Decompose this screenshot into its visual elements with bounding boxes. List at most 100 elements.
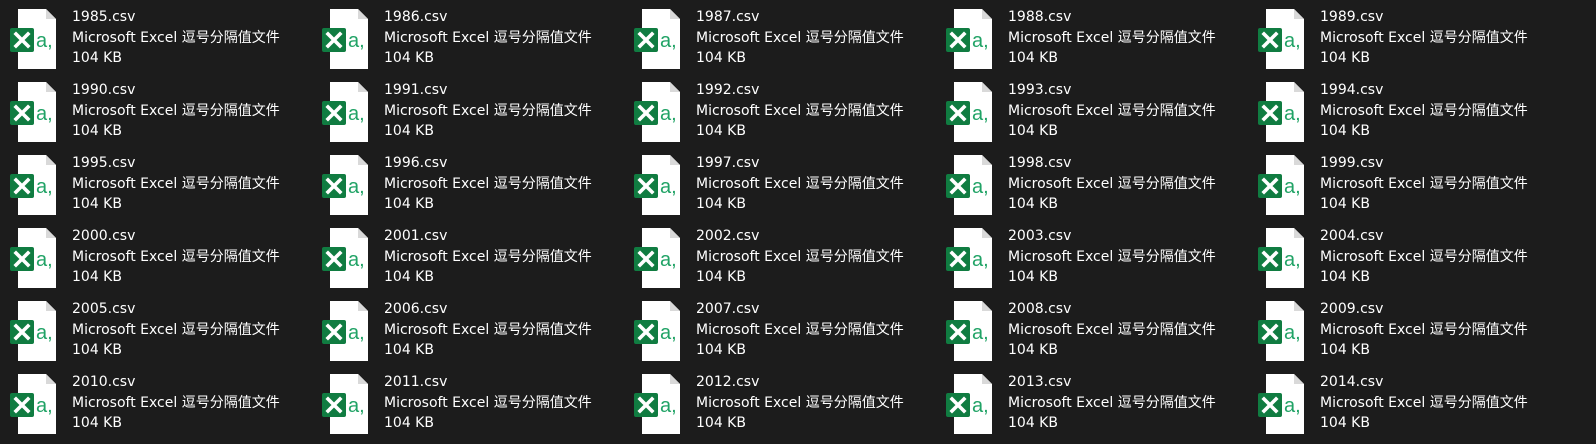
file-item[interactable]: a, 2003.csv Microsoft Excel 逗号分隔值文件 104 … [944, 225, 1256, 298]
file-item[interactable]: a, 1989.csv Microsoft Excel 逗号分隔值文件 104 … [1256, 6, 1568, 79]
file-name[interactable]: 2004.csv [1320, 226, 1528, 247]
file-item[interactable]: a, 1993.csv Microsoft Excel 逗号分隔值文件 104 … [944, 79, 1256, 152]
file-meta[interactable]: 1986.csv Microsoft Excel 逗号分隔值文件 104 KB [384, 6, 592, 69]
excel-csv-icon[interactable]: a, [320, 226, 370, 290]
file-meta[interactable]: 1999.csv Microsoft Excel 逗号分隔值文件 104 KB [1320, 152, 1528, 215]
file-item[interactable]: a, 1995.csv Microsoft Excel 逗号分隔值文件 104 … [8, 152, 320, 225]
file-item[interactable]: a, 2010.csv Microsoft Excel 逗号分隔值文件 104 … [8, 371, 320, 444]
file-name[interactable]: 2009.csv [1320, 299, 1528, 320]
file-meta[interactable]: 1985.csv Microsoft Excel 逗号分隔值文件 104 KB [72, 6, 280, 69]
file-meta[interactable]: 2006.csv Microsoft Excel 逗号分隔值文件 104 KB [384, 298, 592, 361]
file-name[interactable]: 1991.csv [384, 80, 592, 101]
file-name[interactable]: 2010.csv [72, 372, 280, 393]
file-item[interactable]: a, 1985.csv Microsoft Excel 逗号分隔值文件 104 … [8, 6, 320, 79]
file-name[interactable]: 2012.csv [696, 372, 904, 393]
excel-csv-icon[interactable]: a, [632, 226, 682, 290]
file-item[interactable]: a, 2012.csv Microsoft Excel 逗号分隔值文件 104 … [632, 371, 944, 444]
excel-csv-icon[interactable]: a, [944, 299, 994, 363]
file-name[interactable]: 1985.csv [72, 7, 280, 28]
file-name[interactable]: 1987.csv [696, 7, 904, 28]
excel-csv-icon[interactable]: a, [320, 7, 370, 71]
file-name[interactable]: 1992.csv [696, 80, 904, 101]
file-name[interactable]: 2011.csv [384, 372, 592, 393]
file-name[interactable]: 2014.csv [1320, 372, 1528, 393]
excel-csv-icon[interactable]: a, [320, 299, 370, 363]
excel-csv-icon[interactable]: a, [8, 372, 58, 436]
file-name[interactable]: 1997.csv [696, 153, 904, 174]
file-item[interactable]: a, 1987.csv Microsoft Excel 逗号分隔值文件 104 … [632, 6, 944, 79]
file-item[interactable]: a, 1991.csv Microsoft Excel 逗号分隔值文件 104 … [320, 79, 632, 152]
excel-csv-icon[interactable]: a, [1256, 299, 1306, 363]
file-name[interactable]: 1990.csv [72, 80, 280, 101]
excel-csv-icon[interactable]: a, [8, 299, 58, 363]
file-name[interactable]: 1995.csv [72, 153, 280, 174]
file-meta[interactable]: 2013.csv Microsoft Excel 逗号分隔值文件 104 KB [1008, 371, 1216, 434]
file-meta[interactable]: 1994.csv Microsoft Excel 逗号分隔值文件 104 KB [1320, 79, 1528, 142]
file-name[interactable]: 1998.csv [1008, 153, 1216, 174]
excel-csv-icon[interactable]: a, [1256, 80, 1306, 144]
file-meta[interactable]: 1990.csv Microsoft Excel 逗号分隔值文件 104 KB [72, 79, 280, 142]
file-name[interactable]: 2003.csv [1008, 226, 1216, 247]
excel-csv-icon[interactable]: a, [944, 153, 994, 217]
file-item[interactable]: a, 2009.csv Microsoft Excel 逗号分隔值文件 104 … [1256, 298, 1568, 371]
file-item[interactable]: a, 2007.csv Microsoft Excel 逗号分隔值文件 104 … [632, 298, 944, 371]
file-meta[interactable]: 2014.csv Microsoft Excel 逗号分隔值文件 104 KB [1320, 371, 1528, 434]
file-item[interactable]: a, 1996.csv Microsoft Excel 逗号分隔值文件 104 … [320, 152, 632, 225]
file-meta[interactable]: 1996.csv Microsoft Excel 逗号分隔值文件 104 KB [384, 152, 592, 215]
excel-csv-icon[interactable]: a, [1256, 153, 1306, 217]
file-item[interactable]: a, 2006.csv Microsoft Excel 逗号分隔值文件 104 … [320, 298, 632, 371]
file-meta[interactable]: 1998.csv Microsoft Excel 逗号分隔值文件 104 KB [1008, 152, 1216, 215]
file-meta[interactable]: 2002.csv Microsoft Excel 逗号分隔值文件 104 KB [696, 225, 904, 288]
file-meta[interactable]: 2001.csv Microsoft Excel 逗号分隔值文件 104 KB [384, 225, 592, 288]
file-item[interactable]: a, 1986.csv Microsoft Excel 逗号分隔值文件 104 … [320, 6, 632, 79]
file-item[interactable]: a, 2008.csv Microsoft Excel 逗号分隔值文件 104 … [944, 298, 1256, 371]
file-name[interactable]: 1993.csv [1008, 80, 1216, 101]
file-meta[interactable]: 1987.csv Microsoft Excel 逗号分隔值文件 104 KB [696, 6, 904, 69]
file-item[interactable]: a, 1990.csv Microsoft Excel 逗号分隔值文件 104 … [8, 79, 320, 152]
excel-csv-icon[interactable]: a, [944, 80, 994, 144]
file-name[interactable]: 1989.csv [1320, 7, 1528, 28]
excel-csv-icon[interactable]: a, [944, 7, 994, 71]
file-item[interactable]: a, 1997.csv Microsoft Excel 逗号分隔值文件 104 … [632, 152, 944, 225]
excel-csv-icon[interactable]: a, [320, 153, 370, 217]
excel-csv-icon[interactable]: a, [8, 7, 58, 71]
file-item[interactable]: a, 2001.csv Microsoft Excel 逗号分隔值文件 104 … [320, 225, 632, 298]
file-name[interactable]: 1994.csv [1320, 80, 1528, 101]
file-name[interactable]: 1996.csv [384, 153, 592, 174]
file-name[interactable]: 2000.csv [72, 226, 280, 247]
file-meta[interactable]: 2011.csv Microsoft Excel 逗号分隔值文件 104 KB [384, 371, 592, 434]
file-item[interactable]: a, 2014.csv Microsoft Excel 逗号分隔值文件 104 … [1256, 371, 1568, 444]
file-meta[interactable]: 2012.csv Microsoft Excel 逗号分隔值文件 104 KB [696, 371, 904, 434]
file-meta[interactable]: 1989.csv Microsoft Excel 逗号分隔值文件 104 KB [1320, 6, 1528, 69]
file-item[interactable]: a, 1994.csv Microsoft Excel 逗号分隔值文件 104 … [1256, 79, 1568, 152]
file-item[interactable]: a, 1998.csv Microsoft Excel 逗号分隔值文件 104 … [944, 152, 1256, 225]
excel-csv-icon[interactable]: a, [632, 153, 682, 217]
file-meta[interactable]: 1993.csv Microsoft Excel 逗号分隔值文件 104 KB [1008, 79, 1216, 142]
file-meta[interactable]: 2005.csv Microsoft Excel 逗号分隔值文件 104 KB [72, 298, 280, 361]
file-meta[interactable]: 2000.csv Microsoft Excel 逗号分隔值文件 104 KB [72, 225, 280, 288]
file-item[interactable]: a, 1999.csv Microsoft Excel 逗号分隔值文件 104 … [1256, 152, 1568, 225]
file-item[interactable]: a, 2000.csv Microsoft Excel 逗号分隔值文件 104 … [8, 225, 320, 298]
file-meta[interactable]: 1991.csv Microsoft Excel 逗号分隔值文件 104 KB [384, 79, 592, 142]
excel-csv-icon[interactable]: a, [1256, 7, 1306, 71]
excel-csv-icon[interactable]: a, [1256, 372, 1306, 436]
excel-csv-icon[interactable]: a, [320, 80, 370, 144]
file-meta[interactable]: 2004.csv Microsoft Excel 逗号分隔值文件 104 KB [1320, 225, 1528, 288]
excel-csv-icon[interactable]: a, [8, 153, 58, 217]
file-item[interactable]: a, 2004.csv Microsoft Excel 逗号分隔值文件 104 … [1256, 225, 1568, 298]
excel-csv-icon[interactable]: a, [1256, 226, 1306, 290]
excel-csv-icon[interactable]: a, [8, 80, 58, 144]
file-meta[interactable]: 2003.csv Microsoft Excel 逗号分隔值文件 104 KB [1008, 225, 1216, 288]
file-name[interactable]: 2006.csv [384, 299, 592, 320]
excel-csv-icon[interactable]: a, [8, 226, 58, 290]
file-meta[interactable]: 2010.csv Microsoft Excel 逗号分隔值文件 104 KB [72, 371, 280, 434]
file-meta[interactable]: 1997.csv Microsoft Excel 逗号分隔值文件 104 KB [696, 152, 904, 215]
file-meta[interactable]: 2008.csv Microsoft Excel 逗号分隔值文件 104 KB [1008, 298, 1216, 361]
file-name[interactable]: 2005.csv [72, 299, 280, 320]
file-meta[interactable]: 2009.csv Microsoft Excel 逗号分隔值文件 104 KB [1320, 298, 1528, 361]
excel-csv-icon[interactable]: a, [320, 372, 370, 436]
excel-csv-icon[interactable]: a, [632, 299, 682, 363]
file-name[interactable]: 1988.csv [1008, 7, 1216, 28]
excel-csv-icon[interactable]: a, [632, 7, 682, 71]
file-item[interactable]: a, 2013.csv Microsoft Excel 逗号分隔值文件 104 … [944, 371, 1256, 444]
